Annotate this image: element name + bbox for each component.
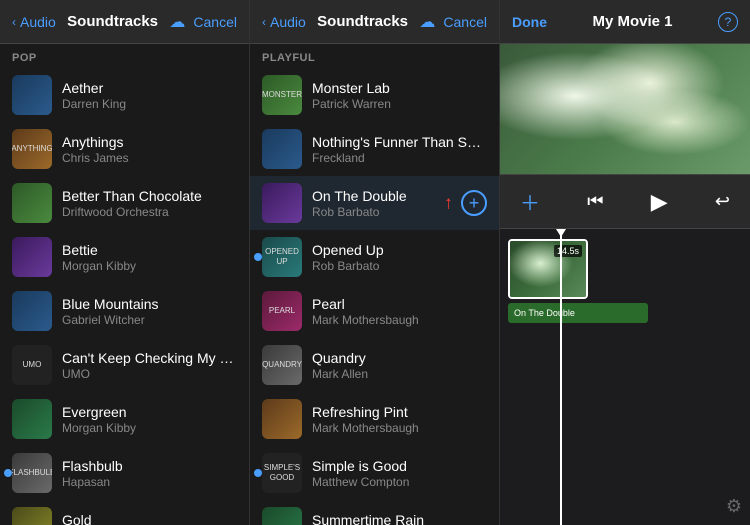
left-scroll-area: AetherDarren KingANYTHINGAnythingsChris …: [0, 68, 249, 525]
track-artist: Mark Allen: [312, 367, 487, 381]
middle-track-item[interactable]: Refreshing PintMark Mothersbaugh: [250, 392, 499, 446]
audio-track-label: On The Double: [514, 308, 575, 318]
left-track-item[interactable]: Better Than ChocolateDriftwood Orchestra: [0, 176, 249, 230]
left-header-right: ☁ Cancel: [169, 12, 237, 32]
timeline-area: 14.5s On The Double ⚙: [500, 229, 750, 525]
left-title: Soundtracks: [67, 13, 158, 30]
track-name: Flashbulb: [62, 458, 237, 474]
middle-track-item[interactable]: MONSTERMonster LabPatrick Warren: [250, 68, 499, 122]
track-artist: Morgan Kibby: [62, 421, 237, 435]
skip-back-btn[interactable]: ⏮: [583, 187, 607, 216]
middle-track-item[interactable]: QUANDRYQuandryMark Allen: [250, 338, 499, 392]
middle-cloud-icon[interactable]: ☁: [419, 12, 435, 32]
left-panel: ‹ Audio Soundtracks ☁ Cancel POP AetherD…: [0, 0, 250, 525]
left-section-label: POP: [0, 44, 249, 68]
left-back-btn[interactable]: ‹ Audio: [12, 14, 56, 30]
middle-track-item[interactable]: PEARLPearlMark Mothersbaugh: [250, 284, 499, 338]
video-thumbnail: [500, 44, 750, 174]
duration-label: 14.5s: [554, 245, 582, 257]
left-chevron-icon: ‹: [12, 15, 16, 29]
track-name: Aether: [62, 80, 237, 96]
track-name: Quandry: [312, 350, 487, 366]
track-name: Summertime Rain: [312, 512, 487, 525]
track-name: Opened Up: [312, 242, 487, 258]
gear-icon: ⚙: [726, 496, 742, 516]
track-artist: Morgan Kibby: [62, 259, 237, 273]
left-track-item[interactable]: BettieMorgan Kibby: [0, 230, 249, 284]
middle-header-right: ☁ Cancel: [419, 12, 487, 32]
left-track-item[interactable]: EvergreenMorgan Kibby: [0, 392, 249, 446]
left-track-item[interactable]: ANYTHINGAnythingsChris James: [0, 122, 249, 176]
track-artist: Darren King: [62, 97, 237, 111]
middle-back-btn[interactable]: ‹ Audio: [262, 14, 306, 30]
left-cancel-btn[interactable]: Cancel: [193, 14, 237, 30]
playback-controls: ＋ ⏮ ▶ ↩: [500, 174, 750, 229]
middle-track-item[interactable]: Nothing's Funner Than Summ...Freckland: [250, 122, 499, 176]
track-artist: UMO: [62, 367, 237, 381]
track-artist: Matthew Compton: [312, 475, 487, 489]
track-artist: Driftwood Orchestra: [62, 205, 237, 219]
middle-track-item[interactable]: OPENED UPOpened UpRob Barbato: [250, 230, 499, 284]
track-artist: Gabriel Witcher: [62, 313, 237, 327]
track-artist: Mark Mothersbaugh: [312, 421, 487, 435]
help-label: ?: [725, 15, 732, 29]
track-name: Refreshing Pint: [312, 404, 487, 420]
track-artist: Hapasan: [62, 475, 237, 489]
right-header: Done My Movie 1 ?: [500, 0, 750, 44]
skip-forward-btn[interactable]: ↩: [711, 187, 734, 216]
middle-back-label: Audio: [270, 14, 306, 30]
left-back-label: Audio: [20, 14, 56, 30]
add-clip-btn[interactable]: ＋: [516, 183, 544, 220]
track-name: Better Than Chocolate: [62, 188, 237, 204]
left-header: ‹ Audio Soundtracks ☁ Cancel: [0, 0, 249, 44]
track-name: Simple is Good: [312, 458, 487, 474]
done-btn[interactable]: Done: [512, 14, 547, 30]
movie-title: My Movie 1: [592, 13, 672, 30]
audio-track[interactable]: On The Double: [508, 303, 648, 323]
track-name: On The Double: [312, 188, 461, 204]
add-track-btn[interactable]: +: [461, 190, 487, 216]
track-name: Pearl: [312, 296, 487, 312]
track-name: Blue Mountains: [62, 296, 237, 312]
play-btn[interactable]: ▶: [647, 185, 672, 219]
middle-scroll-area: MONSTERMonster LabPatrick WarrenNothing'…: [250, 68, 499, 525]
right-panel: Done My Movie 1 ? ＋ ⏮ ▶ ↩ 14.5s On The D…: [500, 0, 750, 525]
left-track-item[interactable]: UMOCan't Keep Checking My PhoneUMO: [0, 338, 249, 392]
middle-track-item[interactable]: SIMPLE'S GOODSimple is GoodMatthew Compt…: [250, 446, 499, 500]
track-artist: Chris James: [62, 151, 237, 165]
middle-track-item[interactable]: On The DoubleRob Barbato+↑: [250, 176, 499, 230]
middle-chevron-icon: ‹: [262, 15, 266, 29]
timeline-track: 14.5s On The Double: [508, 239, 742, 323]
track-artist: Freckland: [312, 151, 487, 165]
middle-cancel-btn[interactable]: Cancel: [443, 14, 487, 30]
track-name: Monster Lab: [312, 80, 487, 96]
left-track-item[interactable]: Blue MountainsGabriel Witcher: [0, 284, 249, 338]
help-icon[interactable]: ?: [718, 12, 738, 32]
timeline-playhead: [560, 229, 562, 525]
left-track-item[interactable]: AetherDarren King: [0, 68, 249, 122]
video-preview: [500, 44, 750, 174]
track-name: Evergreen: [62, 404, 237, 420]
cloud-icon[interactable]: ☁: [169, 12, 185, 32]
left-track-item[interactable]: GoldRob Simonsen: [0, 500, 249, 525]
video-clip[interactable]: 14.5s: [508, 239, 588, 299]
track-artist: Patrick Warren: [312, 97, 487, 111]
track-artist: Rob Barbato: [312, 259, 487, 273]
middle-title: Soundtracks: [317, 13, 408, 30]
track-name: Can't Keep Checking My Phone: [62, 350, 237, 366]
track-name: Bettie: [62, 242, 237, 258]
track-artist: Mark Mothersbaugh: [312, 313, 487, 327]
track-name: Anythings: [62, 134, 237, 150]
track-artist: Rob Barbato: [312, 205, 461, 219]
middle-panel: ‹ Audio Soundtracks ☁ Cancel PLAYFUL MON…: [250, 0, 500, 525]
track-name: Gold: [62, 512, 237, 525]
middle-track-item[interactable]: Summertime RainLittle North Fork: [250, 500, 499, 525]
left-track-item[interactable]: FLASHBULBFlashbulbHapasan: [0, 446, 249, 500]
settings-icon[interactable]: ⚙: [726, 496, 742, 517]
middle-section-label: PLAYFUL: [250, 44, 499, 68]
middle-header: ‹ Audio Soundtracks ☁ Cancel: [250, 0, 499, 44]
track-name: Nothing's Funner Than Summ...: [312, 134, 487, 150]
